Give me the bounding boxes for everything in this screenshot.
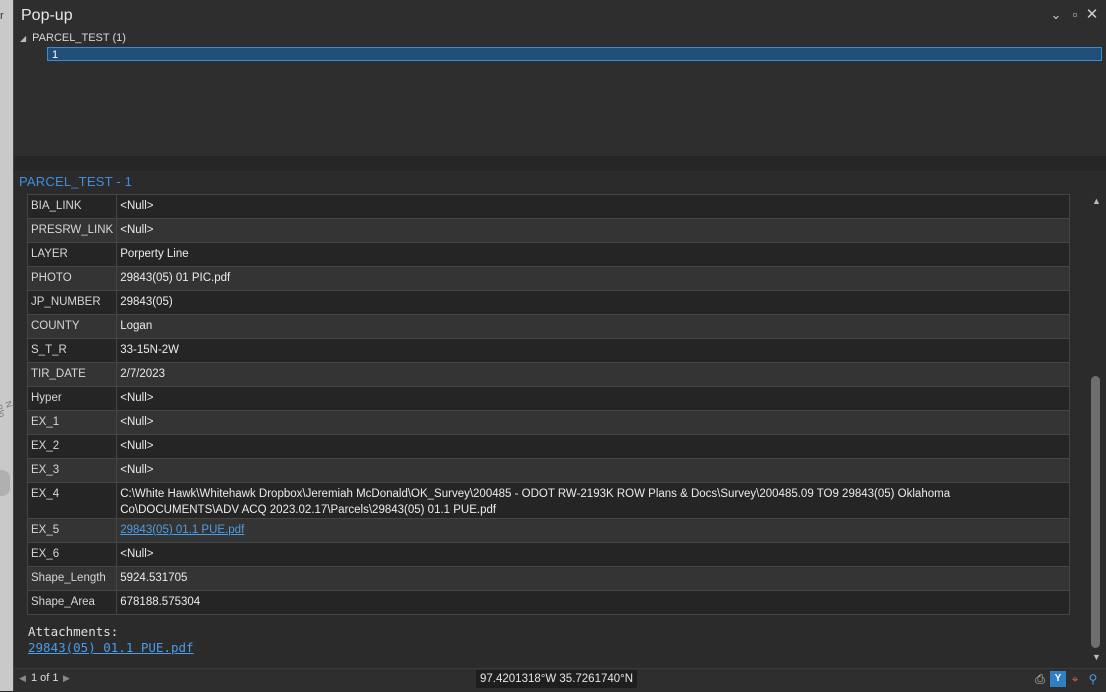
table-row: EX_4 C:\White Hawk\Whitehawk Dropbox\Jere…: [26, 482, 1070, 519]
table-row: EX_2 <Null>: [26, 434, 1070, 459]
feature-tree: ◢ PARCEL_TEST (1) 1: [14, 32, 1106, 156]
field-value: <Null>: [116, 434, 1070, 459]
tree-layer-node[interactable]: ◢ PARCEL_TEST (1): [20, 32, 126, 46]
tree-feature-node-selected[interactable]: 1: [47, 47, 1102, 61]
attachments-label: Attachments:: [28, 624, 119, 639]
table-row: EX_3 <Null>: [26, 458, 1070, 483]
page-indicator: 1 of 1: [31, 672, 59, 684]
table-row: JP_NUMBER 29843(05): [26, 290, 1070, 315]
table-row: PRESRW_LINK <Null>: [26, 218, 1070, 243]
field-value: <Null>: [116, 458, 1070, 483]
target-icon[interactable]: ⌖: [1067, 671, 1083, 687]
ex5-file-link[interactable]: 29843(05) 01.1 PUE.pdf: [120, 524, 244, 536]
window-title: Pop-up: [21, 7, 73, 24]
table-row: Hyper <Null>: [26, 386, 1070, 411]
table-row: TIR_DATE 2/7/2023: [26, 362, 1070, 387]
scroll-thumb[interactable]: [1091, 376, 1100, 648]
field-name: EX_5: [26, 518, 118, 543]
print-icon[interactable]: ⎙: [1032, 671, 1048, 687]
close-icon[interactable]: ✕: [1084, 7, 1100, 23]
field-value: <Null>: [116, 218, 1070, 243]
map-edge-text: r: [0, 10, 4, 22]
popup-pane: Pop-up ⌄ ▫ ✕ ◢ PARCEL_TEST (1) 1 PARCEL_T…: [13, 0, 1106, 692]
table-row: Shape_Area 678188.575304: [26, 590, 1070, 615]
table-row: EX_6 <Null>: [26, 542, 1070, 567]
field-name: Hyper: [26, 386, 118, 411]
field-name: EX_2: [26, 434, 118, 459]
field-value: 5924.531705: [116, 566, 1070, 591]
field-value: C:\White Hawk\Whitehawk Dropbox\Jeremiah…: [116, 482, 1070, 519]
pane-splitter[interactable]: [14, 156, 1106, 171]
field-value: <Null>: [116, 194, 1070, 219]
vertical-scrollbar[interactable]: ▲ ▼: [1088, 194, 1104, 668]
filter-icon[interactable]: Y: [1050, 671, 1066, 687]
field-name: Shape_Area: [26, 590, 118, 615]
maximize-icon[interactable]: ▫: [1067, 7, 1083, 23]
attachment-link[interactable]: 29843(05) 01.1 PUE.pdf: [28, 640, 194, 655]
table-row: BIA_LINK <Null>: [26, 194, 1070, 219]
field-name: EX_1: [26, 410, 118, 435]
field-name: COUNTY: [26, 314, 118, 339]
table-row: COUNTY Logan: [26, 314, 1070, 339]
scroll-down-icon[interactable]: ▼: [1092, 652, 1101, 662]
underlying-map-strip: r N Blo: [0, 0, 15, 691]
field-name: EX_3: [26, 458, 118, 483]
field-value: 33-15N-2W: [116, 338, 1070, 363]
chevron-down-icon[interactable]: ⌄: [1048, 7, 1064, 23]
field-value: 29843(05) 01 PIC.pdf: [116, 266, 1070, 291]
field-value: 29843(05): [116, 290, 1070, 315]
title-bar: Pop-up ⌄ ▫ ✕: [14, 0, 1106, 32]
table-row: EX_1 <Null>: [26, 410, 1070, 435]
map-feature-shape: [0, 470, 10, 496]
field-value: Logan: [116, 314, 1070, 339]
field-value: 678188.575304: [116, 590, 1070, 615]
coordinate-readout: 97.4201318°W 35.7261740°N: [476, 670, 638, 688]
field-name: PRESRW_LINK: [26, 218, 118, 243]
tree-layer-label: PARCEL_TEST (1): [32, 32, 126, 44]
field-name: S_T_R: [26, 338, 118, 363]
field-name: JP_NUMBER: [26, 290, 118, 315]
zoom-icon[interactable]: ⚲: [1085, 671, 1101, 687]
previous-feature-icon[interactable]: ◀: [19, 673, 26, 684]
table-row: S_T_R 33-15N-2W: [26, 338, 1070, 363]
field-value: 2/7/2023: [116, 362, 1070, 387]
feature-title: PARCEL_TEST - 1: [19, 174, 133, 189]
field-value: Porperty Line: [116, 242, 1070, 267]
field-name: TIR_DATE: [26, 362, 118, 387]
attribute-table: BIA_LINK <Null> PRESRW_LINK <Null> LAYER Po…: [26, 194, 1070, 615]
scroll-up-icon[interactable]: ▲: [1092, 196, 1101, 206]
field-name: LAYER: [26, 242, 118, 267]
field-name: EX_6: [26, 542, 118, 567]
field-value: <Null>: [116, 410, 1070, 435]
collapse-triangle-icon[interactable]: ◢: [20, 34, 26, 43]
table-row: PHOTO 29843(05) 01 PIC.pdf: [26, 266, 1070, 291]
next-feature-icon[interactable]: ▶: [63, 673, 70, 684]
table-row: EX_5 29843(05) 01.1 PUE.pdf: [26, 518, 1070, 543]
field-value: <Null>: [116, 386, 1070, 411]
field-name: EX_4: [26, 482, 118, 519]
table-row: LAYER Porperty Line: [26, 242, 1070, 267]
status-bar: ◀ 1 of 1 ▶ 97.4201318°W 35.7261740°N ⎙ Y…: [14, 668, 1106, 692]
field-name: BIA_LINK: [26, 194, 118, 219]
attribute-panel: BIA_LINK <Null> PRESRW_LINK <Null> LAYER Po…: [14, 194, 1087, 668]
table-row: Shape_Length 5924.531705: [26, 566, 1070, 591]
field-value: <Null>: [116, 542, 1070, 567]
field-name: PHOTO: [26, 266, 118, 291]
field-name: Shape_Length: [26, 566, 118, 591]
